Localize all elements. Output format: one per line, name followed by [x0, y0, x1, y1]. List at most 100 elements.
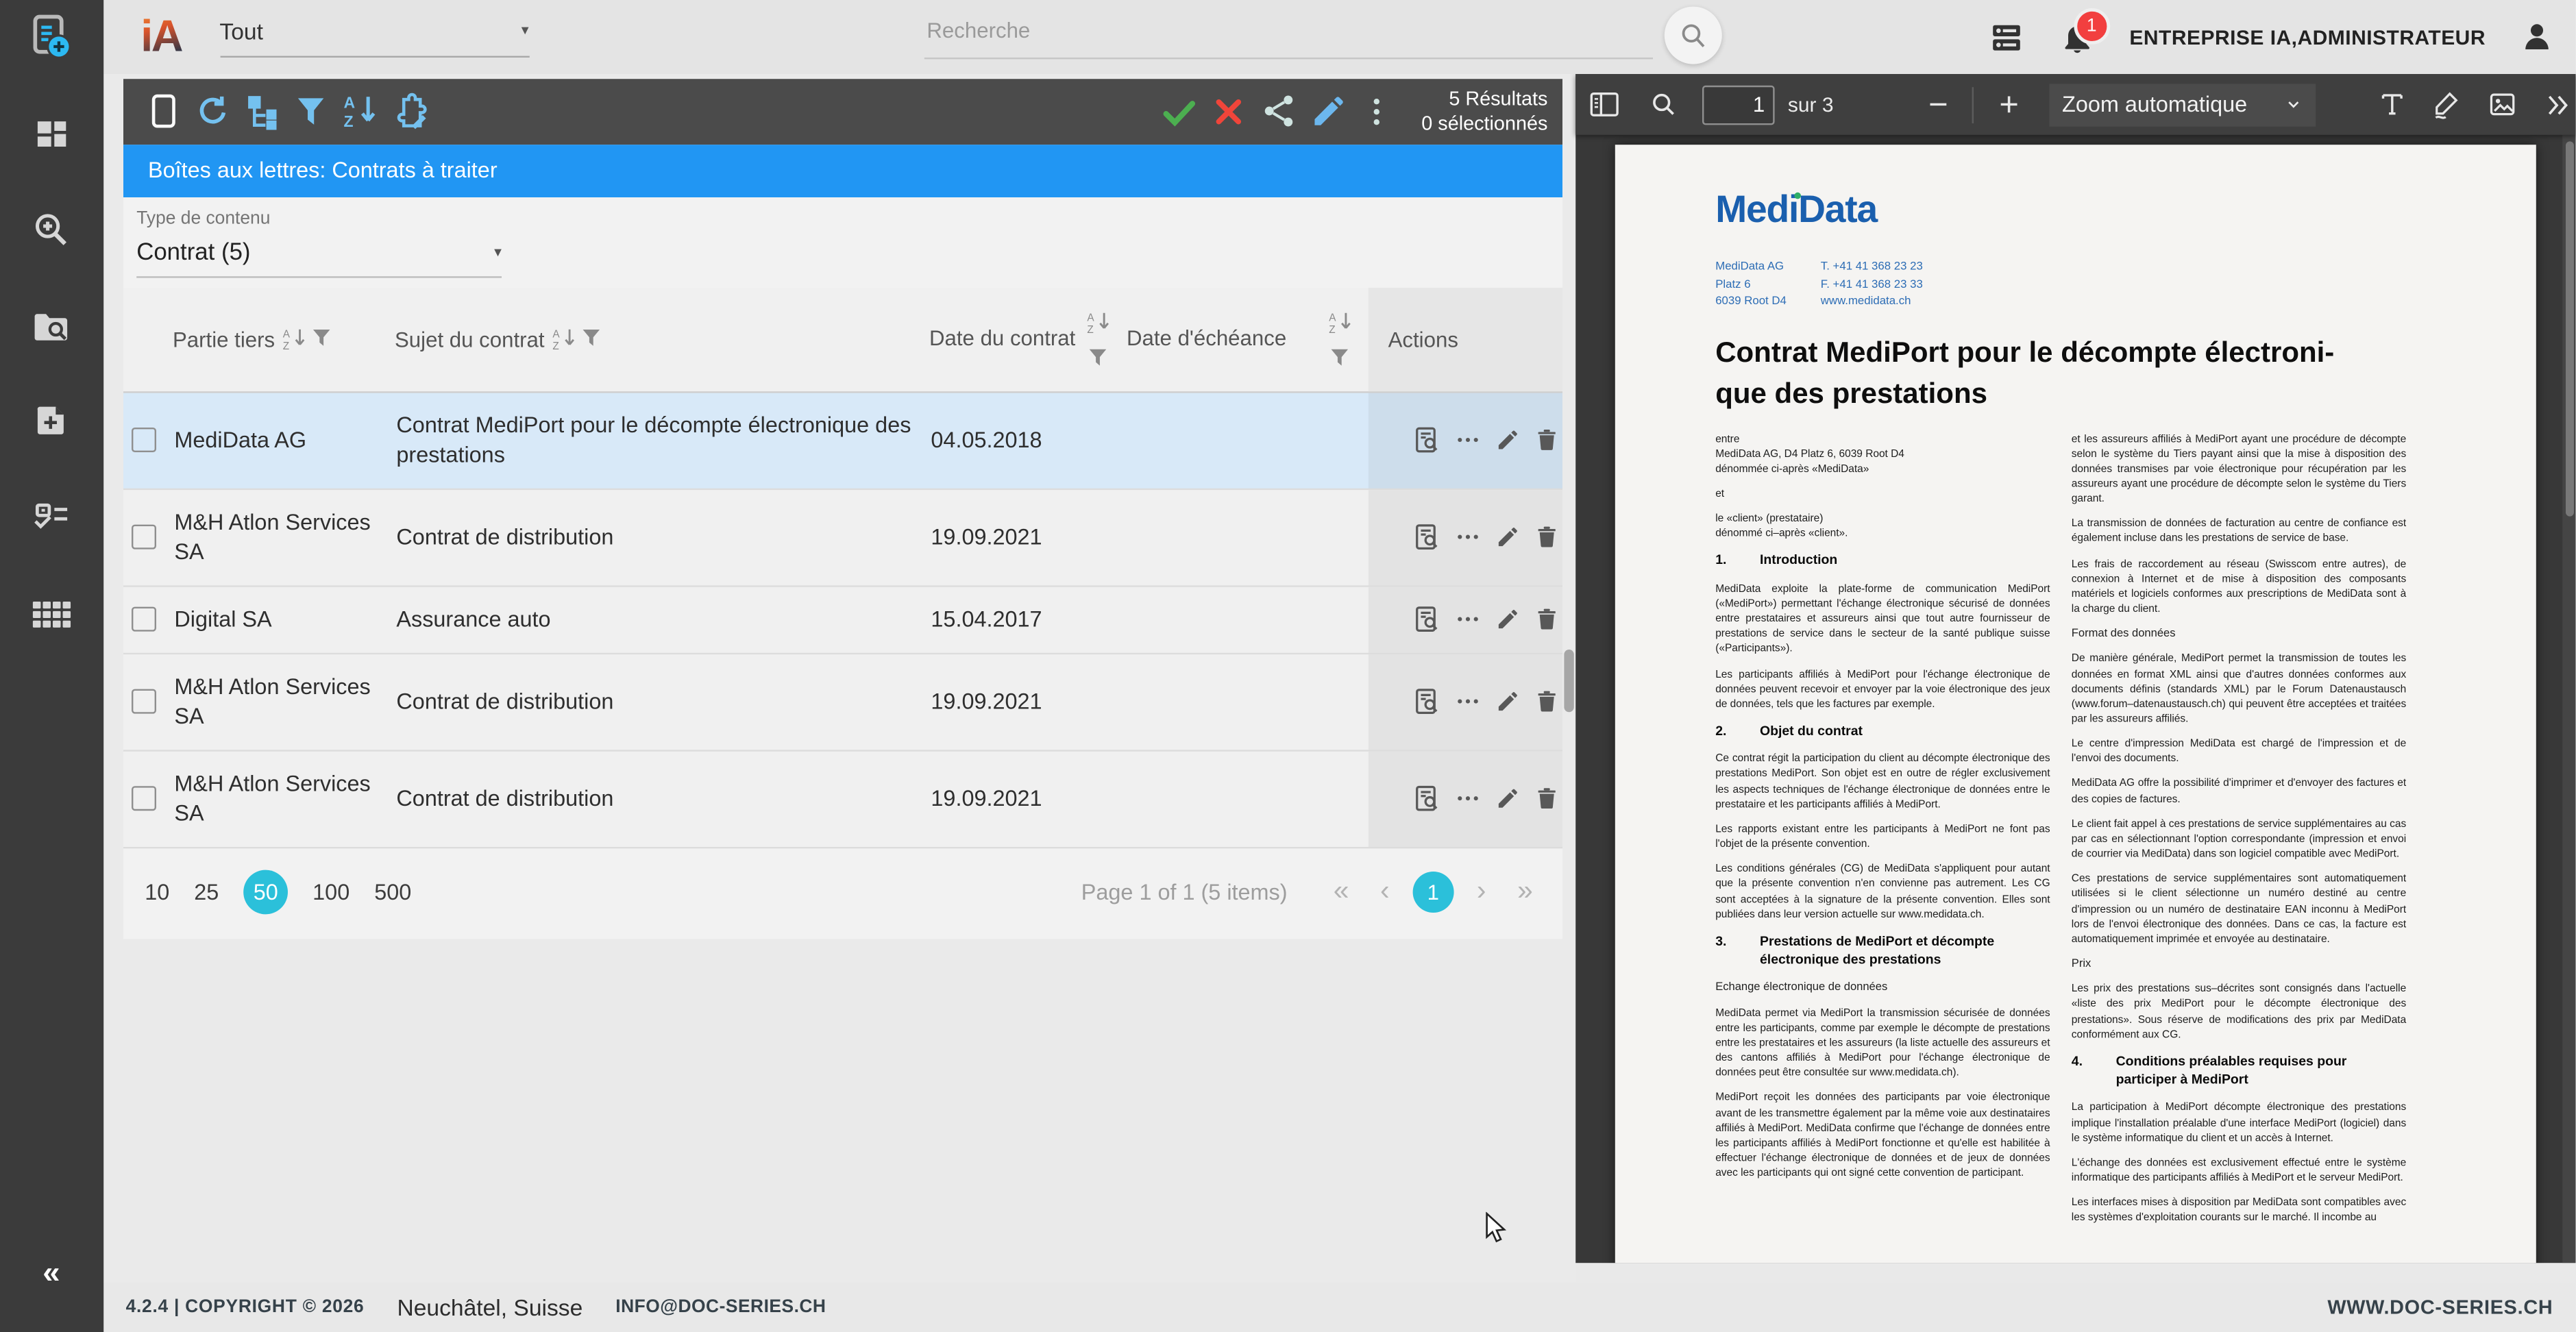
more-options-icon[interactable]	[1352, 88, 1401, 134]
text-tool-icon[interactable]	[2372, 83, 2410, 125]
content-type-dropdown[interactable]: Contrat (5) ▾	[136, 227, 502, 277]
preview-document-icon[interactable]	[1413, 523, 1441, 551]
more-tools-icon[interactable]	[2538, 83, 2576, 125]
row-checkbox[interactable]	[131, 607, 156, 632]
zoom-out-icon[interactable]	[1919, 83, 1957, 125]
page-size-option[interactable]: 500	[374, 879, 411, 904]
row-edit-icon[interactable]	[1495, 786, 1520, 811]
table-row[interactable]: M&H Atlon Services SA Contrat de distrib…	[123, 489, 1562, 587]
page-size-option[interactable]: 10	[145, 879, 169, 904]
dashboard-icon[interactable]	[0, 115, 103, 153]
column-filter-icon[interactable]	[1087, 346, 1108, 367]
refresh-icon[interactable]	[188, 88, 237, 134]
prev-page-button[interactable]: ‹	[1372, 875, 1398, 908]
row-delete-icon[interactable]	[1534, 428, 1559, 452]
row-more-icon[interactable]	[1456, 689, 1480, 714]
pdf-view-area[interactable]: MediData MediData AG Platz 6 6039 Root D…	[1575, 135, 2576, 1263]
next-page-button[interactable]: ›	[1469, 875, 1495, 908]
table-row[interactable]: Digital SA Assurance auto 15.04.2017	[123, 587, 1562, 654]
scope-dropdown[interactable]: Tout ▾	[219, 17, 528, 57]
pdf-scrollbar[interactable]	[2563, 135, 2576, 1263]
column-filter-icon[interactable]	[311, 328, 332, 349]
row-more-icon[interactable]	[1456, 786, 1480, 811]
plugin-edit-icon[interactable]	[385, 88, 434, 134]
preview-document-icon[interactable]	[1413, 426, 1441, 454]
row-edit-icon[interactable]	[1495, 525, 1520, 550]
search-plus-icon[interactable]	[0, 210, 103, 250]
global-search	[924, 16, 1649, 59]
sort-icon[interactable]: A Z	[336, 88, 385, 134]
current-page-button[interactable]: 1	[1412, 871, 1453, 912]
doc-paragraph: Ces prestations de service supplémentair…	[2072, 872, 2406, 948]
cell-sujet: Contrat de distribution	[395, 489, 929, 584]
row-more-icon[interactable]	[1456, 607, 1480, 632]
sort-az-icon[interactable]: AZ	[1329, 310, 1352, 333]
page-size-option[interactable]: 25	[194, 879, 219, 904]
user-avatar-icon[interactable]	[2520, 20, 2554, 54]
preview-document-icon[interactable]	[1413, 785, 1441, 813]
panel-scrollbar-thumb[interactable]	[1564, 650, 1573, 712]
validate-icon[interactable]	[1155, 88, 1204, 134]
results-count: 5 Résultats	[1421, 87, 1547, 111]
svg-text:Z: Z	[553, 341, 559, 350]
column-filter-icon[interactable]	[1329, 346, 1350, 367]
hierarchy-view-icon[interactable]	[237, 88, 286, 134]
search-input[interactable]	[924, 18, 1652, 59]
doc-paragraph: MediData permet via MediPort la transmis…	[1715, 1006, 2050, 1081]
collapse-sidebar-button[interactable]: «	[0, 1257, 103, 1293]
preview-document-icon[interactable]	[1413, 687, 1441, 715]
svg-text:A: A	[1329, 311, 1336, 323]
row-checkbox[interactable]	[131, 428, 156, 452]
row-edit-icon[interactable]	[1495, 607, 1520, 632]
footer-email[interactable]: INFO@DOC-SERIES.CH	[615, 1298, 826, 1318]
row-delete-icon[interactable]	[1534, 786, 1559, 811]
zoom-level-dropdown[interactable]: Zoom automatique	[2049, 83, 2316, 125]
row-more-icon[interactable]	[1456, 525, 1480, 550]
sort-az-icon[interactable]: AZ	[283, 328, 306, 351]
file-add-icon[interactable]	[0, 402, 103, 439]
select-all-button[interactable]	[138, 88, 188, 134]
table-row[interactable]: M&H Atlon Services SA Contrat de distrib…	[123, 751, 1562, 848]
share-icon[interactable]	[1253, 88, 1303, 134]
sort-az-icon[interactable]: AZ	[1087, 310, 1110, 333]
preview-document-icon[interactable]	[1413, 605, 1441, 633]
notifications-button[interactable]: 1	[2059, 19, 2095, 56]
zoom-in-icon[interactable]	[1989, 83, 2027, 125]
row-edit-icon[interactable]	[1495, 428, 1520, 452]
folder-search-icon[interactable]	[0, 308, 103, 349]
pdf-search-icon[interactable]	[1644, 83, 1682, 125]
draw-tool-icon[interactable]	[2427, 83, 2466, 125]
document-title: Contrat MediPort pour le décompte électr…	[1715, 332, 2406, 415]
toggle-sidebar-icon[interactable]	[1586, 83, 1624, 125]
reject-icon[interactable]	[1204, 88, 1253, 134]
panel-layout-icon[interactable]	[1988, 19, 2024, 56]
row-delete-icon[interactable]	[1534, 607, 1559, 632]
table-row[interactable]: MediData AG Contrat MediPort pour le déc…	[123, 392, 1562, 489]
row-more-icon[interactable]	[1456, 428, 1480, 452]
search-button[interactable]	[1664, 7, 1721, 64]
row-delete-icon[interactable]	[1534, 689, 1559, 714]
filter-icon[interactable]	[286, 88, 336, 134]
table-row[interactable]: M&H Atlon Services SA Contrat de distrib…	[123, 654, 1562, 751]
page-size-option-active[interactable]: 50	[243, 869, 288, 913]
row-checkbox[interactable]	[131, 689, 156, 714]
cell-date-echeance	[1127, 392, 1369, 487]
last-page-button[interactable]: »	[1509, 875, 1541, 908]
row-checkbox[interactable]	[131, 786, 156, 811]
column-filter-icon[interactable]	[580, 328, 602, 349]
tasks-checklist-icon[interactable]	[0, 498, 103, 539]
footer-website[interactable]: WWW.DOC-SERIES.CH	[2327, 1296, 2553, 1319]
row-checkbox[interactable]	[131, 525, 156, 550]
first-page-button[interactable]: «	[1325, 875, 1358, 908]
row-delete-icon[interactable]	[1534, 525, 1559, 550]
row-edit-icon[interactable]	[1495, 689, 1520, 714]
page-number-input[interactable]	[1702, 85, 1775, 125]
pdf-scrollbar-thumb[interactable]	[2565, 141, 2573, 516]
current-user-label[interactable]: ENTREPRISE IA,ADMINISTRATEUR	[2129, 25, 2486, 49]
app-logo-icon[interactable]	[0, 12, 103, 64]
apps-grid-icon[interactable]	[0, 595, 103, 637]
page-size-option[interactable]: 100	[312, 879, 349, 904]
image-tool-icon[interactable]	[2482, 83, 2520, 125]
edit-pencil-icon[interactable]	[1303, 88, 1352, 134]
sort-az-icon[interactable]: AZ	[553, 328, 576, 351]
